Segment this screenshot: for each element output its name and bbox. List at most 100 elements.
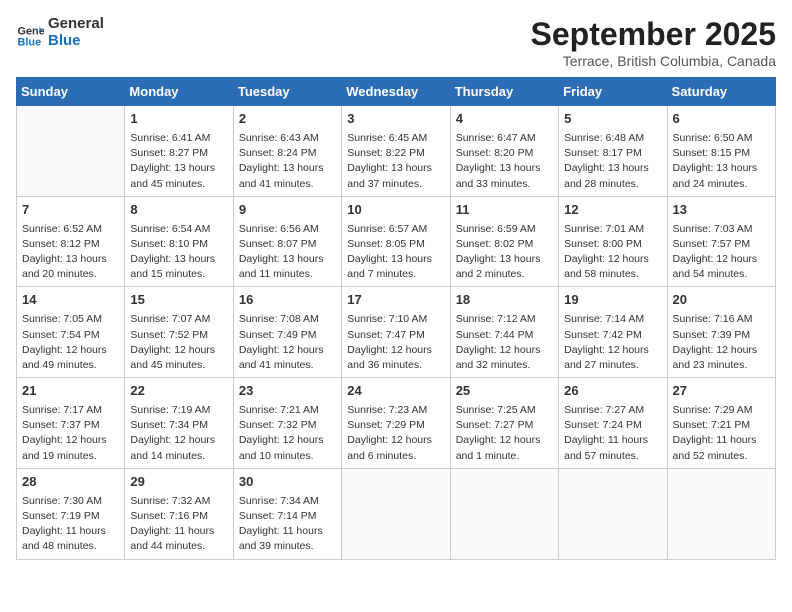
calendar-week-row: 1 Sunrise: 6:41 AMSunset: 8:27 PMDaylight… [17, 106, 776, 197]
calendar-cell: 22 Sunrise: 7:19 AMSunset: 7:34 PMDayligh… [125, 378, 233, 469]
day-number: 7 [22, 201, 119, 220]
day-number: 16 [239, 291, 336, 310]
day-info: Sunrise: 6:47 AMSunset: 8:20 PMDaylight:… [456, 131, 553, 192]
day-number: 20 [673, 291, 770, 310]
day-info: Sunrise: 7:30 AMSunset: 7:19 PMDaylight:… [22, 494, 119, 555]
calendar-cell: 2 Sunrise: 6:43 AMSunset: 8:24 PMDaylight… [233, 106, 341, 197]
calendar-week-row: 14Sunrise: 7:05 AMSunset: 7:54 PMDayligh… [17, 287, 776, 378]
day-info: Sunrise: 7:19 AMSunset: 7:34 PMDaylight:… [130, 403, 227, 464]
day-number: 19 [564, 291, 661, 310]
day-of-week-header: Thursday [450, 78, 558, 106]
calendar-cell: 9 Sunrise: 6:56 AMSunset: 8:07 PMDaylight… [233, 196, 341, 287]
day-info: Sunrise: 7:01 AMSunset: 8:00 PMDaylight:… [564, 222, 661, 283]
day-number: 25 [456, 382, 553, 401]
calendar-cell: 21 Sunrise: 7:17 AMSunset: 7:37 PMDayligh… [17, 378, 125, 469]
calendar-cell: 8Sunrise: 6:54 AMSunset: 8:10 PMDaylight… [125, 196, 233, 287]
day-number: 24 [347, 382, 444, 401]
day-number: 2 [239, 110, 336, 129]
calendar-cell: 7Sunrise: 6:52 AMSunset: 8:12 PMDaylight… [17, 196, 125, 287]
day-number: 17 [347, 291, 444, 310]
day-of-week-header: Sunday [17, 78, 125, 106]
day-info: Sunrise: 6:56 AMSunset: 8:07 PMDaylight:… [239, 222, 336, 283]
calendar-cell: 24 Sunrise: 7:23 AMSunset: 7:29 PMDayligh… [342, 378, 450, 469]
calendar-cell: 5 Sunrise: 6:48 AMSunset: 8:17 PMDaylight… [559, 106, 667, 197]
day-number: 28 [22, 473, 119, 492]
calendar-cell: 4 Sunrise: 6:47 AMSunset: 8:20 PMDaylight… [450, 106, 558, 197]
calendar-cell: 13Sunrise: 7:03 AMSunset: 7:57 PMDayligh… [667, 196, 775, 287]
day-number: 3 [347, 110, 444, 129]
calendar-cell: 29 Sunrise: 7:32 AMSunset: 7:16 PMDayligh… [125, 468, 233, 559]
calendar-cell [450, 468, 558, 559]
calendar-table: SundayMondayTuesdayWednesdayThursdayFrid… [16, 77, 776, 560]
calendar-cell [17, 106, 125, 197]
day-info: Sunrise: 7:10 AMSunset: 7:47 PMDaylight:… [347, 312, 444, 373]
day-info: Sunrise: 6:57 AMSunset: 8:05 PMDaylight:… [347, 222, 444, 283]
day-info: Sunrise: 7:05 AMSunset: 7:54 PMDaylight:… [22, 312, 119, 373]
calendar-cell: 17 Sunrise: 7:10 AMSunset: 7:47 PMDayligh… [342, 287, 450, 378]
calendar-cell: 6Sunrise: 6:50 AMSunset: 8:15 PMDaylight… [667, 106, 775, 197]
calendar-cell [667, 468, 775, 559]
calendar-cell: 19 Sunrise: 7:14 AMSunset: 7:42 PMDayligh… [559, 287, 667, 378]
day-info: Sunrise: 7:21 AMSunset: 7:32 PMDaylight:… [239, 403, 336, 464]
day-number: 1 [130, 110, 227, 129]
day-of-week-header: Monday [125, 78, 233, 106]
svg-text:Blue: Blue [18, 36, 42, 47]
day-info: Sunrise: 7:29 AMSunset: 7:21 PMDaylight:… [673, 403, 770, 464]
day-info: Sunrise: 6:59 AMSunset: 8:02 PMDaylight:… [456, 222, 553, 283]
day-number: 9 [239, 201, 336, 220]
day-number: 23 [239, 382, 336, 401]
day-info: Sunrise: 6:43 AMSunset: 8:24 PMDaylight:… [239, 131, 336, 192]
day-number: 8 [130, 201, 227, 220]
day-info: Sunrise: 7:12 AMSunset: 7:44 PMDaylight:… [456, 312, 553, 373]
day-info: Sunrise: 7:17 AMSunset: 7:37 PMDaylight:… [22, 403, 119, 464]
day-number: 18 [456, 291, 553, 310]
calendar-cell: 25 Sunrise: 7:25 AMSunset: 7:27 PMDayligh… [450, 378, 558, 469]
calendar-cell: 27Sunrise: 7:29 AMSunset: 7:21 PMDayligh… [667, 378, 775, 469]
calendar-cell: 20 Sunrise: 7:16 AMSunset: 7:39 PMDayligh… [667, 287, 775, 378]
day-of-week-header: Wednesday [342, 78, 450, 106]
calendar-cell: 15 Sunrise: 7:07 AMSunset: 7:52 PMDayligh… [125, 287, 233, 378]
day-info: Sunrise: 7:32 AMSunset: 7:16 PMDaylight:… [130, 494, 227, 555]
calendar-week-row: 21 Sunrise: 7:17 AMSunset: 7:37 PMDayligh… [17, 378, 776, 469]
day-info: Sunrise: 7:34 AMSunset: 7:14 PMDaylight:… [239, 494, 336, 555]
calendar-cell: 30 Sunrise: 7:34 AMSunset: 7:14 PMDayligh… [233, 468, 341, 559]
calendar-body: 1 Sunrise: 6:41 AMSunset: 8:27 PMDaylight… [17, 106, 776, 560]
logo-line2: Blue [48, 33, 104, 50]
calendar-cell: 23 Sunrise: 7:21 AMSunset: 7:32 PMDayligh… [233, 378, 341, 469]
day-of-week-header: Tuesday [233, 78, 341, 106]
day-info: Sunrise: 7:16 AMSunset: 7:39 PMDaylight:… [673, 312, 770, 373]
calendar-cell: 18 Sunrise: 7:12 AMSunset: 7:44 PMDayligh… [450, 287, 558, 378]
day-number: 30 [239, 473, 336, 492]
logo-icon: General Blue [16, 19, 44, 47]
calendar-cell: 26 Sunrise: 7:27 AMSunset: 7:24 PMDayligh… [559, 378, 667, 469]
subtitle: Terrace, British Columbia, Canada [531, 53, 776, 69]
day-info: Sunrise: 7:07 AMSunset: 7:52 PMDaylight:… [130, 312, 227, 373]
day-number: 29 [130, 473, 227, 492]
day-number: 22 [130, 382, 227, 401]
calendar-header-row: SundayMondayTuesdayWednesdayThursdayFrid… [17, 78, 776, 106]
day-info: Sunrise: 6:48 AMSunset: 8:17 PMDaylight:… [564, 131, 661, 192]
calendar-week-row: 28 Sunrise: 7:30 AMSunset: 7:19 PMDayligh… [17, 468, 776, 559]
day-of-week-header: Saturday [667, 78, 775, 106]
day-number: 13 [673, 201, 770, 220]
title-block: September 2025 Terrace, British Columbia… [531, 16, 776, 69]
day-info: Sunrise: 7:14 AMSunset: 7:42 PMDaylight:… [564, 312, 661, 373]
calendar-cell: 14Sunrise: 7:05 AMSunset: 7:54 PMDayligh… [17, 287, 125, 378]
logo-line1: General [48, 16, 104, 33]
day-number: 15 [130, 291, 227, 310]
day-info: Sunrise: 7:23 AMSunset: 7:29 PMDaylight:… [347, 403, 444, 464]
day-number: 5 [564, 110, 661, 129]
calendar-week-row: 7Sunrise: 6:52 AMSunset: 8:12 PMDaylight… [17, 196, 776, 287]
day-number: 11 [456, 201, 553, 220]
day-number: 21 [22, 382, 119, 401]
calendar-cell: 10 Sunrise: 6:57 AMSunset: 8:05 PMDayligh… [342, 196, 450, 287]
calendar-cell: 12Sunrise: 7:01 AMSunset: 8:00 PMDayligh… [559, 196, 667, 287]
day-number: 10 [347, 201, 444, 220]
day-info: Sunrise: 7:25 AMSunset: 7:27 PMDaylight:… [456, 403, 553, 464]
day-number: 4 [456, 110, 553, 129]
day-info: Sunrise: 6:41 AMSunset: 8:27 PMDaylight:… [130, 131, 227, 192]
calendar-cell: 1 Sunrise: 6:41 AMSunset: 8:27 PMDaylight… [125, 106, 233, 197]
day-of-week-header: Friday [559, 78, 667, 106]
day-number: 26 [564, 382, 661, 401]
day-info: Sunrise: 7:27 AMSunset: 7:24 PMDaylight:… [564, 403, 661, 464]
